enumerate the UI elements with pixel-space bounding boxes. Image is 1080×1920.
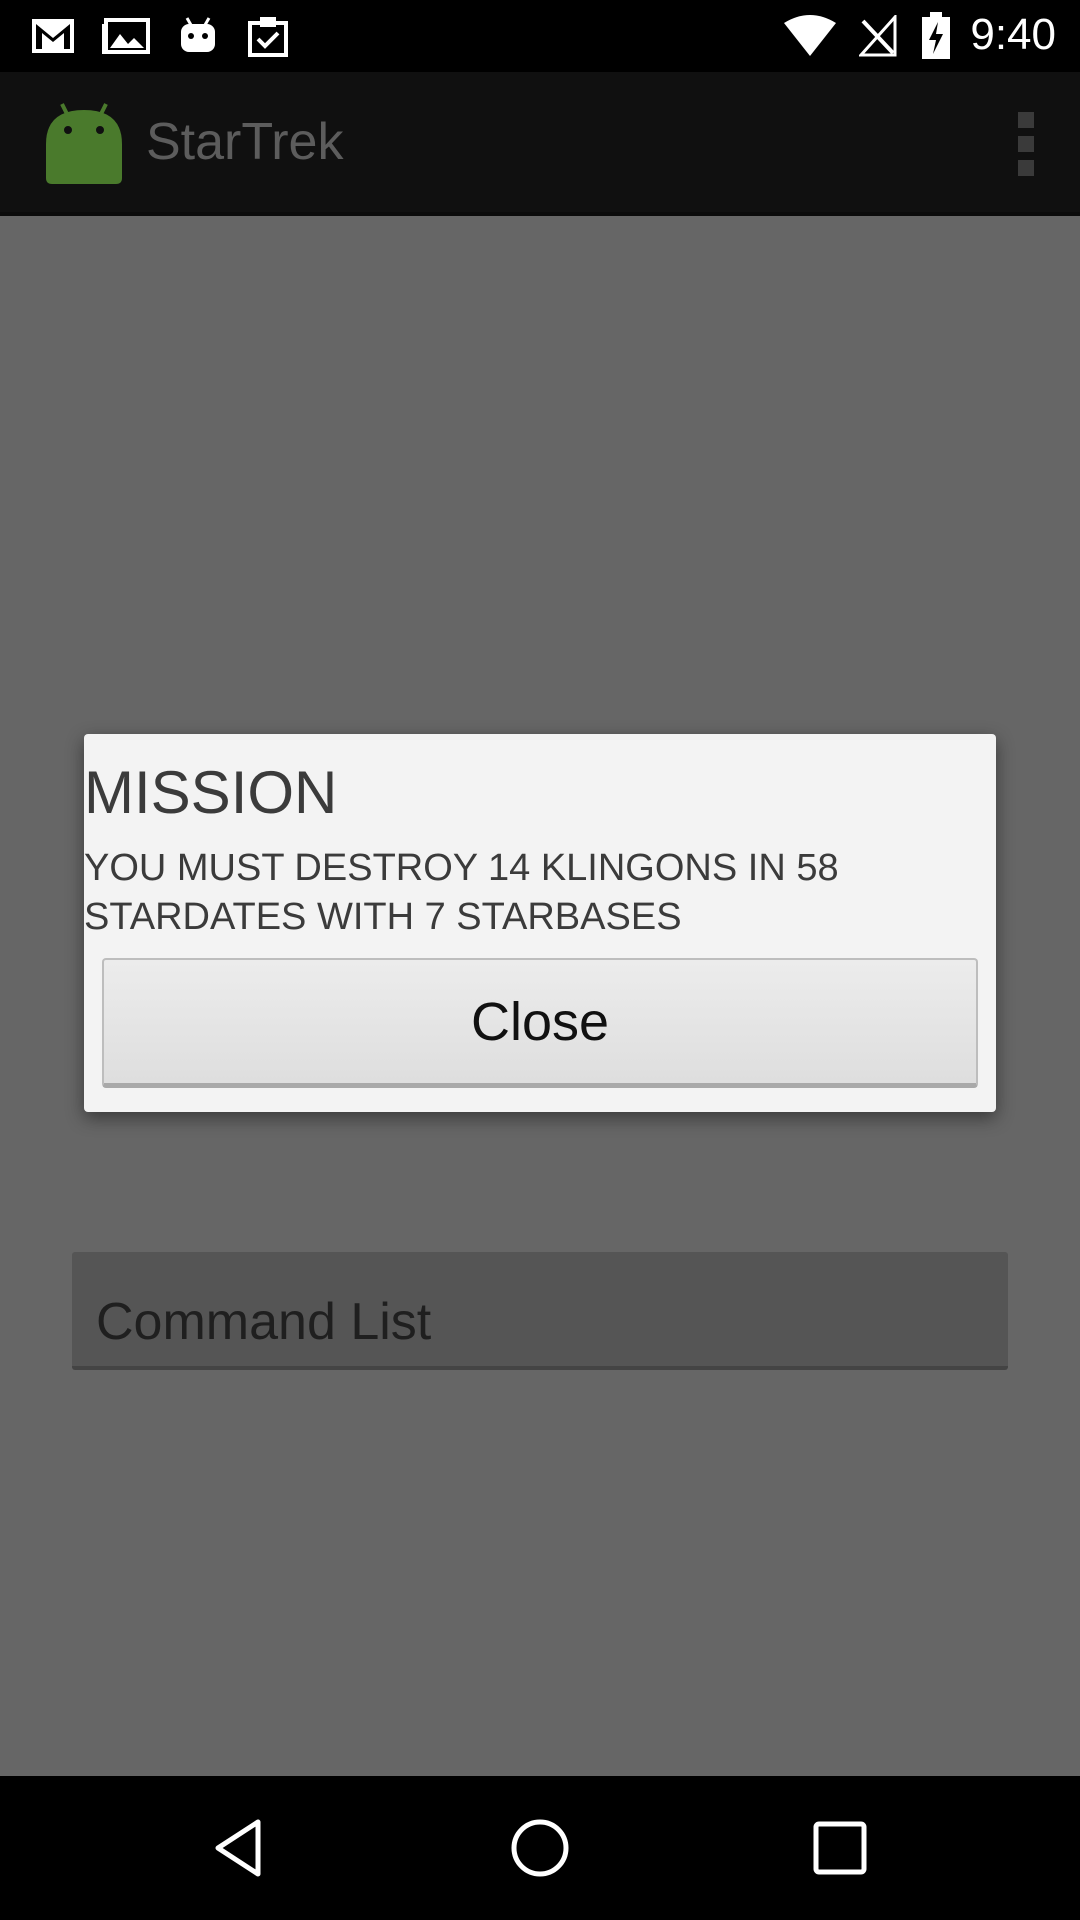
android-debug-icon xyxy=(178,12,218,60)
command-list-label: Command List xyxy=(96,1293,432,1351)
recents-icon[interactable] xyxy=(804,1812,876,1884)
battery-charging-icon xyxy=(920,12,952,60)
back-icon[interactable] xyxy=(204,1812,276,1884)
status-time: 9:40 xyxy=(970,10,1056,59)
wifi-icon xyxy=(782,12,838,60)
app-title: StarTrek xyxy=(146,113,344,171)
no-signal-icon xyxy=(858,12,898,60)
close-button[interactable]: Close xyxy=(102,958,978,1088)
gmail-icon xyxy=(30,12,76,60)
android-icon xyxy=(44,102,124,186)
command-list-button[interactable]: Command List xyxy=(72,1252,1008,1370)
navigation-bar xyxy=(0,1776,1080,1920)
gallery-icon xyxy=(100,12,152,60)
action-bar: StarTrek xyxy=(0,72,1080,216)
home-icon[interactable] xyxy=(504,1812,576,1884)
clipboard-check-icon xyxy=(246,12,290,60)
overflow-menu-icon[interactable] xyxy=(1008,112,1044,176)
dialog-title: MISSION xyxy=(84,759,338,826)
dialog-message: YOU MUST DESTROY 14 KLINGONS IN 58 STARD… xyxy=(84,847,839,938)
mission-dialog: MISSION YOU MUST DESTROY 14 KLINGONS IN … xyxy=(84,734,996,1112)
status-bar: 9:40 xyxy=(0,0,1080,72)
